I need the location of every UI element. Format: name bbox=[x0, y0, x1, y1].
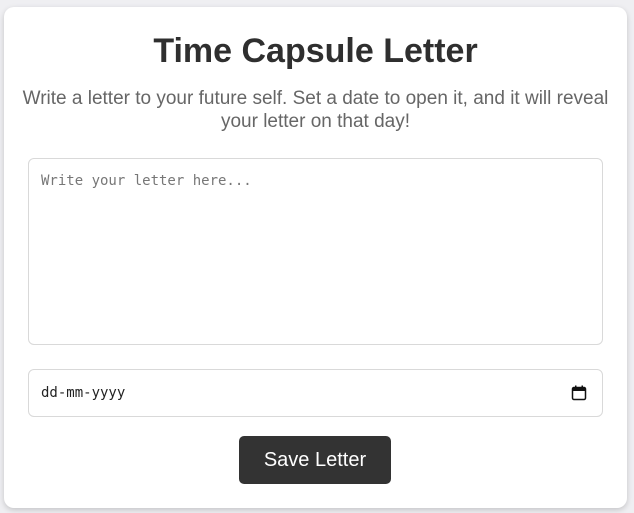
calendar-icon[interactable] bbox=[571, 385, 587, 401]
letter-textarea[interactable] bbox=[28, 158, 603, 345]
time-capsule-card: Time Capsule Letter Write a letter to yo… bbox=[4, 7, 627, 508]
open-date-input[interactable]: dd-mm-yyyy bbox=[28, 369, 603, 417]
date-input-placeholder: dd-mm-yyyy bbox=[41, 385, 126, 401]
page-subtitle: Write a letter to your future self. Set … bbox=[22, 88, 609, 132]
save-letter-button[interactable]: Save Letter bbox=[239, 436, 391, 484]
page-title: Time Capsule Letter bbox=[153, 32, 478, 70]
